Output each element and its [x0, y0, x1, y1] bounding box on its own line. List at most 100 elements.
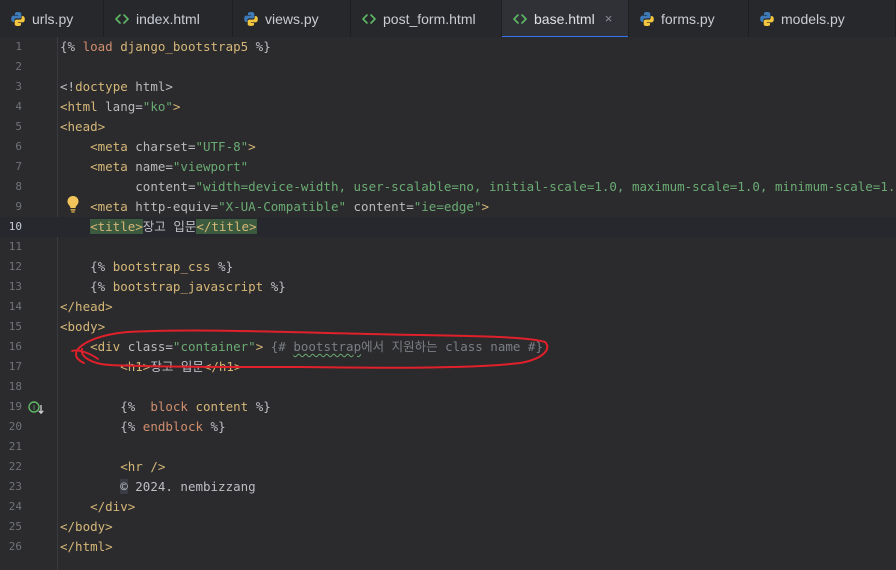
code-token: <body>: [60, 319, 106, 334]
code-token: django_bootstrap5: [120, 39, 249, 54]
code-line[interactable]: 10 <title>장고 입문</title>: [0, 217, 896, 237]
code-line[interactable]: 4 <html lang="ko">: [0, 97, 896, 117]
code-token: bootstrap: [293, 339, 362, 354]
tab-label: urls.py: [32, 10, 74, 27]
code-token: {%: [90, 259, 113, 274]
code-text: <div class="container"> {# bootstrap에서 지…: [60, 337, 543, 357]
overridden-block-icon[interactable]: I: [28, 400, 46, 416]
code-line[interactable]: 16 <div class="container"> {# bootstrap에…: [0, 337, 896, 357]
code-token: <meta: [90, 159, 136, 174]
code-text: </head>: [60, 297, 113, 317]
code-line[interactable]: 7 <meta name="viewport": [0, 157, 896, 177]
html-icon: [512, 11, 528, 27]
code-text: <meta name="viewport": [60, 157, 248, 177]
code-line[interactable]: 19 {% block content %}: [0, 397, 896, 417]
code-line[interactable]: 3 <!doctype html>: [0, 77, 896, 97]
line-number: 3: [15, 80, 22, 93]
code-line[interactable]: 15 <body>: [0, 317, 896, 337]
code-token: {%: [60, 39, 83, 54]
code-line[interactable]: 18: [0, 377, 896, 397]
code-line[interactable]: 5 <head>: [0, 117, 896, 137]
code-token: <title>: [90, 219, 143, 234]
code-token: "container": [172, 339, 256, 354]
code-line[interactable]: 1 {% load django_bootstrap5 %}: [0, 37, 896, 57]
code-line[interactable]: 6 <meta charset="UTF-8">: [0, 137, 896, 157]
code-line[interactable]: 9 <meta http-equiv="X-UA-Compatible" con…: [0, 197, 896, 217]
code-line[interactable]: 11: [0, 237, 896, 257]
code-token: ©: [120, 479, 128, 494]
code-token: %}: [203, 419, 226, 434]
line-number: 13: [8, 280, 22, 293]
code-line[interactable]: 22 <hr />: [0, 457, 896, 477]
code-token: >: [481, 199, 490, 214]
code-token: "viewport": [172, 159, 249, 174]
code-line[interactable]: 17 <h1>장고 입문</h1>: [0, 357, 896, 377]
code-token: doctype: [75, 79, 128, 94]
code-line[interactable]: 20 {% endblock %}: [0, 417, 896, 437]
code-token: "ie=edge": [413, 199, 482, 214]
code-token: lang: [105, 99, 136, 114]
close-icon[interactable]: ×: [605, 11, 613, 26]
code-token: <html: [60, 99, 106, 114]
code-line[interactable]: 8 content="width=device-width, user-scal…: [0, 177, 896, 197]
tab-label: forms.py: [661, 10, 715, 27]
code-line[interactable]: 24 </div>: [0, 497, 896, 517]
line-number: 20: [8, 420, 22, 433]
code-line[interactable]: 21: [0, 437, 896, 457]
code-line[interactable]: 25 </body>: [0, 517, 896, 537]
code-line[interactable]: 12 {% bootstrap_css %}: [0, 257, 896, 277]
code-token: html: [135, 79, 166, 94]
code-token: 2024. nembizzang: [127, 479, 256, 494]
tab-forms-py[interactable]: forms.py: [629, 0, 749, 37]
line-number: 18: [8, 380, 22, 393]
code-token: {#: [270, 339, 294, 354]
html-icon: [114, 11, 130, 27]
code-token: </title>: [196, 219, 257, 234]
line-number: 11: [8, 240, 22, 253]
code-token: <meta: [90, 139, 136, 154]
line-number: 5: [15, 120, 22, 133]
code-token: "X-UA-Compatible": [218, 199, 346, 214]
code-token: "UTF-8": [195, 139, 249, 154]
line-number: 16: [8, 340, 22, 353]
code-token: =: [165, 339, 173, 354]
code-token: content: [195, 399, 249, 414]
code-token: =: [135, 99, 143, 114]
code-text: {% load django_bootstrap5 %}: [60, 37, 271, 57]
code-token: <meta: [90, 199, 136, 214]
tab-label: index.html: [136, 10, 200, 27]
line-number: 10: [8, 220, 22, 233]
line-number: 7: [15, 160, 22, 173]
tab-models-py[interactable]: models.py: [749, 0, 896, 37]
line-number: 23: [8, 480, 22, 493]
code-token: >: [165, 79, 173, 94]
tab-urls-py[interactable]: urls.py: [0, 0, 104, 37]
code-token: <h1>: [120, 359, 151, 374]
code-line[interactable]: 14 </head>: [0, 297, 896, 317]
code-token: %}: [248, 399, 271, 414]
code-line[interactable]: 23 © 2024. nembizzang: [0, 477, 896, 497]
tab-base-html[interactable]: base.html ×: [502, 0, 629, 37]
code-token: </head>: [60, 299, 113, 314]
line-number: 24: [8, 500, 22, 513]
line-number: 14: [8, 300, 22, 313]
code-token: </html>: [60, 539, 113, 554]
code-line[interactable]: 13 {% bootstrap_javascript %}: [0, 277, 896, 297]
code-token: <head>: [60, 119, 106, 134]
tab-views-py[interactable]: views.py: [233, 0, 351, 37]
line-number: 9: [15, 200, 22, 213]
lightbulb-icon[interactable]: [66, 195, 80, 213]
code-line[interactable]: 26 </html>: [0, 537, 896, 557]
code-token: endblock: [142, 419, 204, 434]
line-number: 6: [15, 140, 22, 153]
code-line[interactable]: 2: [0, 57, 896, 77]
code-text: <meta charset="UTF-8">: [60, 137, 256, 157]
code-editor[interactable]: 1 {% load django_bootstrap5 %} 2 3 <!doctype…: [0, 37, 896, 570]
code-token: =: [210, 199, 219, 214]
code-token: load: [82, 39, 113, 54]
tab-post_form-html[interactable]: post_form.html: [351, 0, 502, 37]
tab-index-html[interactable]: index.html: [104, 0, 233, 37]
